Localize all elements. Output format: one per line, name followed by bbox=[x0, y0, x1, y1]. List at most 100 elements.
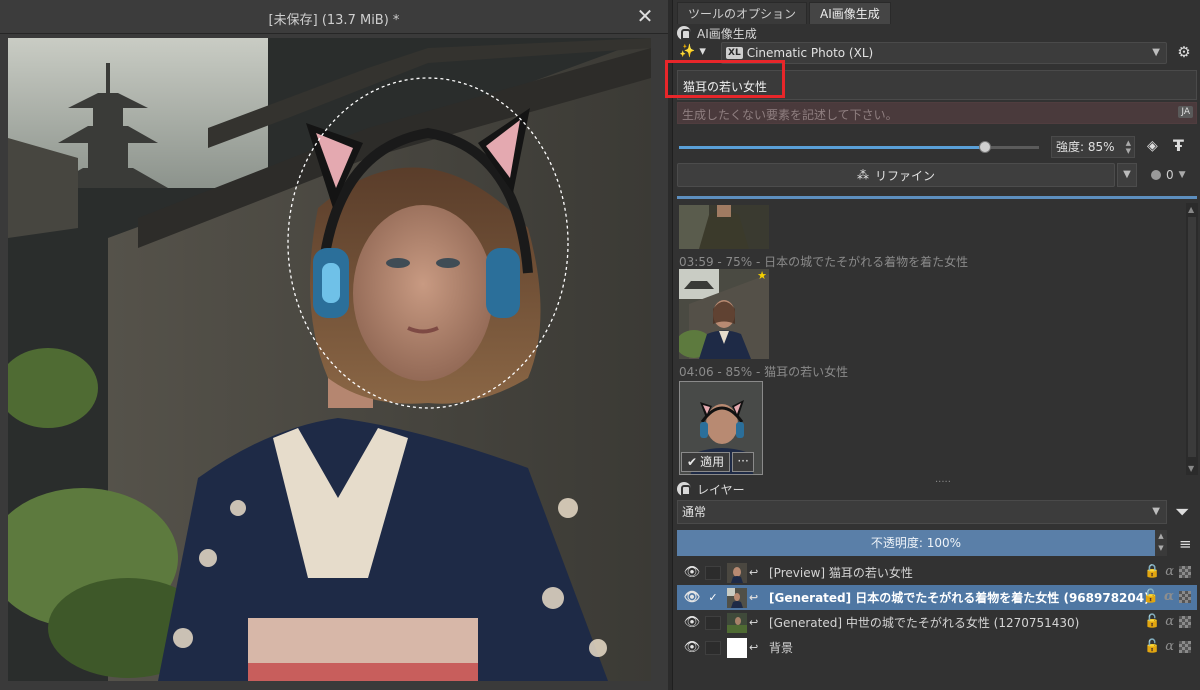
refine-button[interactable]: ⁂ リファイン bbox=[677, 163, 1115, 187]
xl-badge: XL bbox=[726, 47, 743, 59]
layer-thumbnail bbox=[727, 612, 747, 633]
filter-icon[interactable]: ⏷ bbox=[1175, 502, 1189, 523]
eye-icon[interactable]: 👁 bbox=[681, 615, 703, 630]
layer-thumbnail bbox=[727, 562, 747, 583]
inherit-alpha-icon[interactable] bbox=[1179, 590, 1191, 603]
close-icon[interactable]: ✕ bbox=[634, 5, 656, 27]
layer-flags: 🔒 α bbox=[1144, 564, 1191, 579]
paint-layer-icon: ↩ bbox=[749, 641, 759, 654]
opacity-label: 不透明度: 100% bbox=[870, 536, 962, 550]
layer-row-selected[interactable]: 👁 ✓ ↩ [Generated] 日本の城でたそがれる着物を着た女性 (968… bbox=[677, 585, 1197, 610]
layer-checkbox[interactable]: ✓ bbox=[705, 591, 721, 605]
canvas-image[interactable] bbox=[8, 38, 651, 681]
layer-checkbox[interactable] bbox=[705, 615, 721, 630]
spin-arrows-icon[interactable]: ▲ ▼ bbox=[1155, 530, 1167, 556]
prompt-text: 猫耳の若い女性 bbox=[683, 80, 768, 94]
unlock-icon[interactable]: 🔓 bbox=[1144, 614, 1160, 629]
alpha-lock-icon[interactable]: α bbox=[1164, 589, 1174, 604]
refine-label: リファイン bbox=[874, 168, 935, 183]
alpha-lock-icon[interactable]: α bbox=[1165, 614, 1174, 629]
model-row: ✨ ▾ XL Cinematic Photo (XL) ▼ ⚙ bbox=[677, 42, 1197, 64]
lock-icon[interactable] bbox=[677, 26, 691, 40]
layers-title: レイヤー bbox=[697, 482, 745, 497]
gear-icon[interactable]: ⚙ bbox=[1175, 43, 1193, 61]
scrollbar-thumb[interactable] bbox=[1188, 217, 1196, 457]
history-thumbnail-selected[interactable]: ✔ 適用 ··· bbox=[679, 381, 763, 475]
resize-grip[interactable]: ..... bbox=[935, 474, 951, 485]
layer-list: 👁 ↩ [Preview] 猫耳の若い女性 🔒 α 👁 ✓ ↩ [Generat… bbox=[677, 560, 1197, 660]
more-options-button[interactable]: ··· bbox=[732, 452, 755, 472]
layer-row[interactable]: 👁 ↩ [Generated] 中世の城でたそがれる女性 (1270751430… bbox=[677, 610, 1197, 635]
layers-header: レイヤー bbox=[677, 480, 745, 498]
prompt-input[interactable]: 猫耳の若い女性 bbox=[677, 70, 1197, 100]
queue-status[interactable]: 0 ▼ bbox=[1151, 168, 1186, 182]
refine-dropdown[interactable]: ▼ bbox=[1117, 163, 1137, 187]
eye-icon[interactable]: 👁 bbox=[681, 640, 703, 655]
negative-prompt-input[interactable]: 生成したくない要素を記述して下さい。 JA bbox=[677, 102, 1197, 124]
star-icon[interactable]: ★ bbox=[757, 269, 767, 282]
eye-icon[interactable]: 👁 bbox=[681, 590, 703, 605]
unlock-icon[interactable]: 🔓 bbox=[1144, 639, 1160, 654]
progress-bar bbox=[677, 196, 1197, 199]
layer-stack-icon[interactable]: ◈ bbox=[1147, 138, 1158, 154]
blend-mode-value: 通常 bbox=[682, 505, 707, 519]
alpha-lock-icon[interactable]: α bbox=[1165, 564, 1174, 579]
layer-row[interactable]: 👁 ↩ 背景 🔓 α bbox=[677, 635, 1197, 660]
tab-ai-generation[interactable]: AI画像生成 bbox=[809, 2, 891, 24]
layer-name: 背景 bbox=[769, 641, 794, 655]
alpha-lock-icon[interactable]: α bbox=[1165, 639, 1174, 654]
model-select[interactable]: XL Cinematic Photo (XL) ▼ bbox=[721, 42, 1167, 64]
paint-layer-icon: ↩ bbox=[749, 616, 759, 629]
history-thumbnail[interactable]: ★ bbox=[679, 269, 769, 359]
layer-name: [Preview] 猫耳の若い女性 bbox=[769, 566, 913, 580]
strength-slider-fill bbox=[679, 146, 985, 149]
layer-checkbox[interactable] bbox=[705, 640, 721, 655]
history-thumbnail-image bbox=[679, 269, 769, 359]
magic-wand-icon: ⁂ bbox=[856, 168, 869, 182]
opacity-slider[interactable]: 不透明度: 100% bbox=[677, 530, 1155, 556]
history-thumbnail[interactable] bbox=[679, 205, 769, 249]
eye-icon[interactable]: 👁 bbox=[681, 565, 703, 580]
apply-label: 適用 bbox=[700, 455, 725, 469]
layer-thumbnail bbox=[727, 587, 747, 608]
strength-slider-handle[interactable] bbox=[979, 141, 991, 153]
apply-row: ✔ 適用 ··· bbox=[681, 452, 755, 472]
lock-icon[interactable]: 🔒 bbox=[1144, 564, 1160, 579]
chevron-down-icon: ▼ bbox=[1178, 170, 1186, 180]
unlock-icon[interactable]: 🔓 bbox=[1143, 589, 1159, 604]
lock-icon[interactable] bbox=[677, 482, 691, 496]
scroll-down-icon[interactable]: ▼ bbox=[1188, 464, 1194, 473]
canvas-pane: [未保存] (13.7 MiB) * ✕ bbox=[0, 0, 668, 690]
blend-mode-select[interactable]: 通常 ▼ bbox=[677, 500, 1167, 524]
negative-prompt-placeholder: 生成したくない要素を記述して下さい。 bbox=[682, 108, 898, 122]
tab-tool-options[interactable]: ツールのオプション bbox=[677, 2, 808, 24]
history-caption: 03:59 - 75% - 日本の城でたそがれる着物を着た女性 bbox=[679, 255, 969, 269]
refine-row: ⁂ リファイン ▼ 0 ▼ bbox=[677, 163, 1197, 187]
text-tool-icon[interactable]: Ŧ bbox=[1173, 136, 1184, 155]
model-name: Cinematic Photo (XL) bbox=[746, 46, 874, 60]
history-list: 03:59 - 75% - 日本の城でたそがれる着物を着た女性 ★ 04:06 … bbox=[677, 203, 1185, 475]
queue-count: 0 bbox=[1166, 168, 1174, 182]
history-thumbnail-image bbox=[679, 205, 769, 249]
inherit-alpha-icon[interactable] bbox=[1179, 565, 1191, 578]
language-badge[interactable]: JA bbox=[1178, 106, 1193, 118]
document-title: [未保存] (13.7 MiB) * bbox=[268, 13, 400, 28]
strength-slider[interactable] bbox=[679, 141, 1039, 153]
strength-label: 強度: 85% bbox=[1056, 140, 1115, 154]
layer-checkbox[interactable] bbox=[705, 565, 721, 580]
strength-row: 強度: 85% ▲ ▼ ◈ Ŧ bbox=[677, 136, 1197, 158]
strength-spinbox[interactable]: 強度: 85% ▲ ▼ bbox=[1051, 136, 1135, 158]
inherit-alpha-icon[interactable] bbox=[1179, 640, 1191, 653]
apply-button[interactable]: ✔ 適用 bbox=[681, 452, 731, 472]
ai-panel-title: AI画像生成 bbox=[697, 26, 757, 41]
paint-layer-icon: ↩ bbox=[749, 566, 759, 579]
history-scrollbar[interactable]: ▲ ▼ bbox=[1186, 203, 1198, 475]
menu-icon[interactable]: ≡ bbox=[1179, 535, 1192, 553]
generate-mode-icon[interactable]: ✨ ▾ bbox=[679, 44, 709, 62]
inherit-alpha-icon[interactable] bbox=[1179, 615, 1191, 628]
spin-arrows-icon[interactable]: ▲ ▼ bbox=[1126, 139, 1131, 155]
layer-row[interactable]: 👁 ↩ [Preview] 猫耳の若い女性 🔒 α bbox=[677, 560, 1197, 585]
docker-tabs: ツールのオプション AI画像生成 bbox=[677, 2, 893, 24]
scroll-up-icon[interactable]: ▲ bbox=[1188, 205, 1194, 214]
queue-icon bbox=[1151, 170, 1161, 180]
